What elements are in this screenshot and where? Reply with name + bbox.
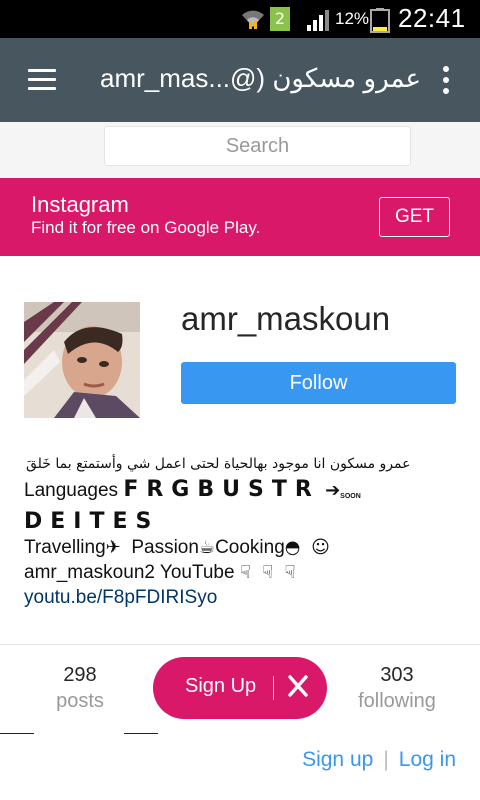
sign-up-button[interactable]: Sign Up: [185, 675, 256, 698]
bio-languages-prefix: Languages: [24, 480, 119, 501]
signup-pill: Sign Up: [153, 657, 327, 719]
pointing-down-icon: ☟ ☟ ☟: [239, 562, 296, 583]
bio-link[interactable]: youtu.be/F8pFDIRISyo: [24, 585, 464, 610]
following-count: 303: [380, 664, 414, 686]
photo-grid-edge: [0, 733, 158, 735]
link-separator: |: [383, 748, 389, 771]
bio-language-codes: FRGBUSTR: [123, 477, 320, 502]
bio-arabic-line: عمرو مسكون انا موجود بهالحياة لحتى اعمل …: [26, 456, 411, 472]
bio-interests-line: Travelling✈ Passion☕Cooking◓ ☺: [24, 535, 464, 560]
bio-language-codes-2: DEITES: [24, 509, 160, 534]
posts-label: posts: [56, 690, 104, 712]
avatar[interactable]: [24, 302, 140, 418]
airplane-icon: ✈: [105, 537, 121, 558]
wifi-icon: [242, 10, 264, 29]
cake-icon: ◓: [284, 537, 301, 558]
bio-youtube-line: amr_maskoun2 YouTube ☟ ☟ ☟: [24, 560, 464, 585]
clock: 22:41: [398, 3, 466, 33]
app-bar: amr_mas...@) عمرو مسكون: [0, 38, 480, 122]
following-stat[interactable]: 303 following: [342, 662, 452, 714]
battery-percent: 12%: [335, 9, 370, 28]
bio-passion: Passion: [131, 537, 199, 558]
swirl-icon: ☕: [198, 537, 216, 558]
profile-username: amr_maskoun: [181, 300, 391, 337]
status-bar: 2 12% 22:41: [0, 0, 480, 38]
banner-title: Instagram: [31, 192, 129, 217]
sign-up-link[interactable]: Sign up: [302, 748, 373, 771]
notification-badge: 2: [270, 7, 290, 31]
signal-icon: [307, 10, 329, 31]
search-input[interactable]: Search: [104, 126, 411, 166]
posts-count: 298: [63, 664, 97, 686]
pill-divider: [273, 676, 274, 700]
bio-youtube-text: amr_maskoun2 YouTube: [24, 562, 235, 583]
soon-label: SOON: [340, 493, 361, 500]
get-button[interactable]: GET: [379, 197, 450, 237]
log-in-link[interactable]: Log in: [399, 748, 456, 771]
soon-arrow-icon: ➔: [325, 480, 341, 501]
search-bar: Search: [0, 122, 480, 178]
bio-languages-line-2: DEITES: [24, 509, 464, 535]
banner-subtitle: Find it for free on Google Play.: [31, 218, 261, 237]
profile-photo: [24, 302, 140, 418]
bio-travelling: Travelling: [24, 537, 106, 558]
bio-cooking: Cooking: [215, 537, 285, 558]
battery-icon: [370, 8, 390, 33]
following-label: following: [358, 690, 436, 712]
close-icon[interactable]: [287, 673, 309, 699]
bio-languages-line: Languages FRGBUSTR ➔SOON: [24, 477, 464, 509]
app-install-banner: Instagram Find it for free on Google Pla…: [0, 178, 480, 256]
overflow-menu-icon[interactable]: [440, 66, 452, 94]
hamburger-menu-icon[interactable]: [28, 69, 56, 91]
ghost-icon: ☺: [311, 537, 330, 558]
follow-button[interactable]: Follow: [181, 362, 456, 404]
bottom-auth-links: Sign up | Log in: [302, 748, 456, 772]
profile-bio: عمرو مسكون انا موجود بهالحياة لحتى اعمل …: [24, 455, 464, 610]
posts-stat[interactable]: 298 posts: [25, 662, 135, 714]
app-bar-title: amr_mas...@) عمرو مسكون: [100, 63, 420, 93]
stats-divider: [0, 644, 480, 645]
